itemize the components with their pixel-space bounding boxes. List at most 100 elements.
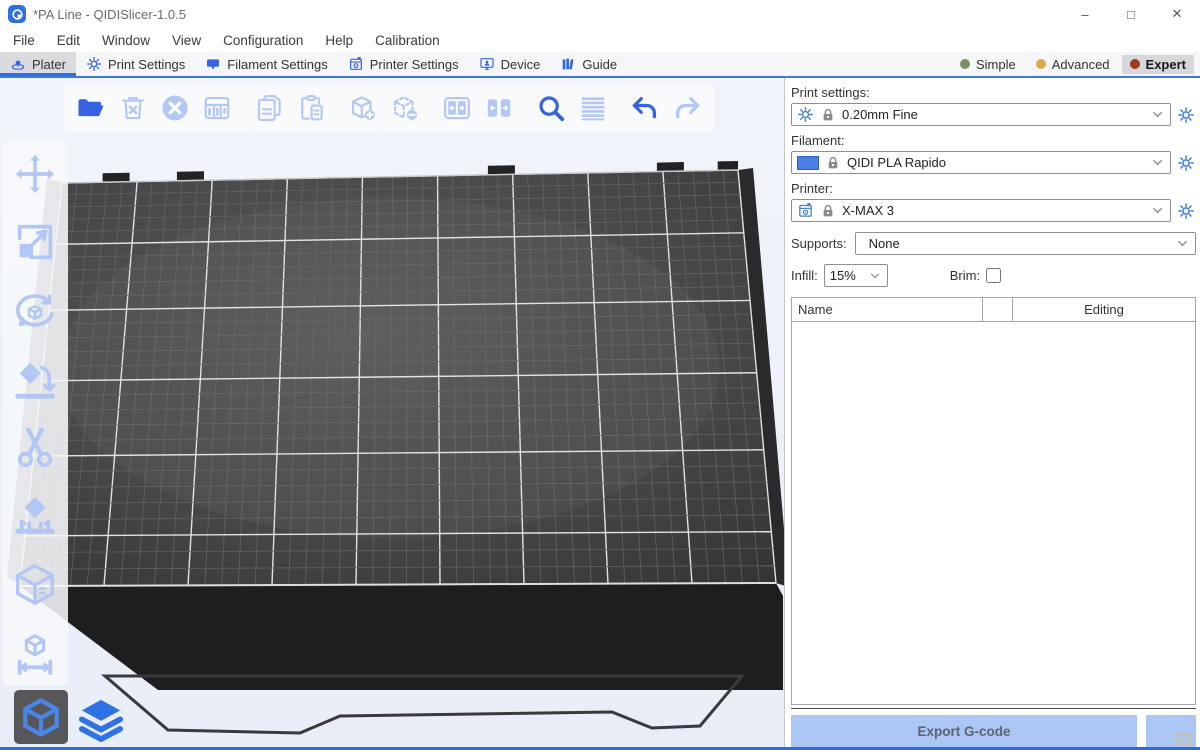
search-icon[interactable] <box>532 89 570 127</box>
infill-label: Infill: <box>791 268 818 283</box>
window-title: *PA Line - QIDISlicer-1.0.5 <box>33 7 186 22</box>
column-header-extruder <box>982 298 1012 321</box>
measure-icon[interactable] <box>9 626 61 678</box>
undo-icon[interactable] <box>626 89 664 127</box>
plater-icon <box>10 56 26 72</box>
rotate-icon[interactable] <box>9 285 61 337</box>
object-list-body[interactable] <box>792 322 1195 704</box>
open-folder-icon[interactable] <box>72 89 110 127</box>
expert-dot-icon <box>1130 59 1140 69</box>
tab-label: Device <box>501 57 541 72</box>
column-header-editing: Editing <box>1012 298 1195 321</box>
object-list[interactable]: Name Editing <box>791 297 1196 705</box>
gear-icon <box>86 56 102 72</box>
add-instance-icon[interactable] <box>344 89 382 127</box>
menu-view[interactable]: View <box>161 28 212 52</box>
guide-icon <box>560 56 576 72</box>
mode-advanced[interactable]: Advanced <box>1028 55 1118 74</box>
split-parts-icon[interactable] <box>480 89 518 127</box>
tab-device[interactable]: Device <box>469 52 551 76</box>
printer-icon <box>348 56 364 72</box>
delete-all-icon[interactable] <box>156 89 194 127</box>
mode-simple[interactable]: Simple <box>952 55 1024 74</box>
tab-plater[interactable]: Plater <box>0 52 76 76</box>
printer-icon <box>797 202 814 219</box>
remove-instance-icon[interactable] <box>386 89 424 127</box>
place-on-face-icon[interactable] <box>9 353 61 405</box>
supports-value: None <box>861 236 900 251</box>
tab-label: Filament Settings <box>227 57 327 72</box>
advanced-dot-icon <box>1036 59 1046 69</box>
printer-combo[interactable]: X-MAX 3 <box>791 199 1171 222</box>
print-bed <box>0 78 784 750</box>
chevron-down-icon <box>1175 236 1190 251</box>
filament-color-swatch <box>797 156 819 170</box>
seam-icon[interactable] <box>9 558 61 610</box>
close-button[interactable]: ✕ <box>1154 0 1200 28</box>
lock-icon <box>820 107 836 123</box>
3d-editor-view-icon[interactable] <box>14 690 68 744</box>
maximize-button[interactable]: □ <box>1108 0 1154 28</box>
filament-combo[interactable]: QIDI PLA Rapido <box>791 151 1171 174</box>
variable-layer-height-icon[interactable] <box>574 89 612 127</box>
mode-label: Expert <box>1146 57 1186 72</box>
filament-gear-button[interactable] <box>1176 153 1196 173</box>
tab-bar: Plater Print Settings Filament Settings … <box>0 52 1200 78</box>
mode-expert[interactable]: Expert <box>1122 55 1194 74</box>
menu-calibration[interactable]: Calibration <box>364 28 451 52</box>
chevron-down-icon <box>868 269 882 283</box>
object-list-header: Name Editing <box>792 298 1195 322</box>
tab-label: Printer Settings <box>370 57 459 72</box>
copy-icon[interactable] <box>250 89 288 127</box>
filament-value: QIDI PLA Rapido <box>847 155 946 170</box>
device-icon <box>479 56 495 72</box>
viewport-3d[interactable] <box>0 78 784 750</box>
tab-filament-settings[interactable]: Filament Settings <box>195 52 337 76</box>
menu-configuration[interactable]: Configuration <box>212 28 314 52</box>
scale-icon[interactable] <box>9 216 61 268</box>
brim-checkbox[interactable] <box>986 268 1001 283</box>
move-icon[interactable] <box>9 148 61 200</box>
mode-label: Simple <box>976 57 1016 72</box>
menu-window[interactable]: Window <box>91 28 161 52</box>
lock-icon <box>820 203 836 219</box>
infill-combo[interactable]: 15% <box>824 264 888 287</box>
cut-icon[interactable] <box>9 421 61 473</box>
redo-icon[interactable] <box>668 89 706 127</box>
supports-label: Supports: <box>791 236 847 251</box>
menu-edit[interactable]: Edit <box>46 28 91 52</box>
printer-gear-button[interactable] <box>1176 201 1196 221</box>
menu-help[interactable]: Help <box>314 28 364 52</box>
simple-dot-icon <box>960 59 970 69</box>
print-settings-value: 0.20mm Fine <box>842 107 918 122</box>
tab-label: Guide <box>582 57 617 72</box>
paste-icon[interactable] <box>292 89 330 127</box>
filament-icon <box>205 56 221 72</box>
tab-label: Print Settings <box>108 57 185 72</box>
menu-file[interactable]: File <box>2 28 46 52</box>
supports-combo[interactable]: None <box>855 232 1196 255</box>
filament-label: Filament: <box>791 133 1196 148</box>
export-area: Export G-code <box>791 708 1196 750</box>
tab-label: Plater <box>32 57 66 72</box>
export-gcode-button[interactable]: Export G-code <box>791 715 1137 748</box>
delete-icon[interactable] <box>114 89 152 127</box>
minimize-button[interactable]: – <box>1062 0 1108 28</box>
brim-label: Brim: <box>950 268 980 283</box>
app-logo-icon <box>8 5 26 23</box>
tab-guide[interactable]: Guide <box>550 52 627 76</box>
gear-icon <box>797 106 814 123</box>
send-to-printer-button[interactable] <box>1146 715 1196 748</box>
printer-label: Printer: <box>791 181 1196 196</box>
tab-printer-settings[interactable]: Printer Settings <box>338 52 469 76</box>
preview-layers-icon[interactable] <box>76 694 126 744</box>
paint-supports-icon[interactable] <box>9 489 61 541</box>
arrange-icon[interactable] <box>198 89 236 127</box>
print-settings-combo[interactable]: 0.20mm Fine <box>791 103 1171 126</box>
gizmo-toolbar <box>2 140 68 686</box>
printer-value: X-MAX 3 <box>842 203 894 218</box>
print-settings-gear-button[interactable] <box>1176 105 1196 125</box>
mode-label: Advanced <box>1052 57 1110 72</box>
split-objects-icon[interactable] <box>438 89 476 127</box>
tab-print-settings[interactable]: Print Settings <box>76 52 195 76</box>
